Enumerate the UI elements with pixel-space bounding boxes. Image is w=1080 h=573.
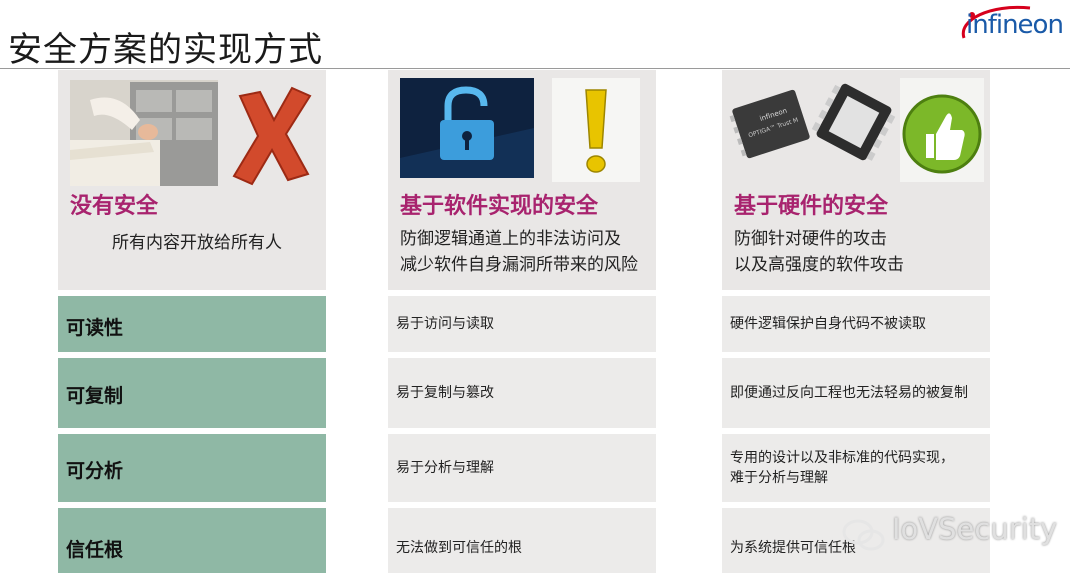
row-label-readability: 可读性 bbox=[58, 296, 326, 352]
software-cell: 易于复制与篡改 bbox=[388, 358, 656, 428]
red-x-icon bbox=[230, 80, 314, 186]
row-label-text: 信任根 bbox=[66, 539, 124, 561]
cell-text: 即便通过反向工程也无法轻易的被复制 bbox=[730, 385, 968, 401]
row-label-text: 可分析 bbox=[66, 460, 124, 482]
title-divider bbox=[0, 68, 1070, 69]
row-label-analyzable: 可分析 bbox=[58, 434, 326, 502]
row-label-text: 可复制 bbox=[66, 385, 124, 407]
thumbs-up-icon bbox=[900, 78, 984, 182]
padlock-image bbox=[400, 78, 534, 178]
column-heading: 基于软件实现的安全 bbox=[400, 194, 599, 219]
cell-line: 专用的设计以及非标准的代码实现， bbox=[730, 450, 954, 466]
logo-text: infineon bbox=[966, 10, 1064, 40]
software-cell: 无法做到可信任的根 bbox=[388, 508, 656, 573]
no-security-panel: 没有安全 所有内容开放给所有人 bbox=[58, 70, 326, 290]
software-cell: 易于访问与读取 bbox=[388, 296, 656, 352]
chip-package-image bbox=[810, 76, 898, 168]
watermark-text: IoVSecurity bbox=[892, 512, 1058, 546]
hardware-cell: 硬件逻辑保护自身代码不被读取 bbox=[722, 296, 990, 352]
cell-text: 专用的设计以及非标准的代码实现， 难于分析与理解 bbox=[730, 448, 984, 488]
column-description: 防御逻辑通道上的非法访问及 减少软件自身漏洞所带来的风险 bbox=[400, 226, 638, 278]
row-label-root-of-trust: 信任根 bbox=[58, 508, 326, 573]
hardware-security-panel: infineon OPTIGA™ Trust M 基于硬件的安全 防御针对硬件的… bbox=[722, 70, 990, 290]
description-line: 减少软件自身漏洞所带来的风险 bbox=[400, 255, 638, 275]
column-description: 防御针对硬件的攻击 以及高强度的软件攻击 bbox=[734, 226, 904, 278]
column-heading: 基于硬件的安全 bbox=[734, 194, 889, 219]
cell-text: 无法做到可信任的根 bbox=[396, 540, 522, 556]
cell-text: 易于分析与理解 bbox=[396, 460, 494, 476]
chip-image: infineon OPTIGA™ Trust M bbox=[726, 80, 816, 168]
column-heading: 没有安全 bbox=[70, 194, 159, 219]
page-title: 安全方案的实现方式 bbox=[8, 30, 323, 70]
hardware-cell: 即便通过反向工程也无法轻易的被复制 bbox=[722, 358, 990, 428]
software-security-panel: 基于软件实现的安全 防御逻辑通道上的非法访问及 减少软件自身漏洞所带来的风险 bbox=[388, 70, 656, 290]
description-line: 以及高强度的软件攻击 bbox=[734, 255, 904, 275]
cell-text: 硬件逻辑保护自身代码不被读取 bbox=[730, 316, 926, 332]
cell-text: 易于复制与篡改 bbox=[396, 385, 494, 401]
cell-line: 难于分析与理解 bbox=[730, 470, 828, 486]
software-cell: 易于分析与理解 bbox=[388, 434, 656, 502]
wechat-icon bbox=[842, 519, 885, 551]
infineon-logo: infineon bbox=[950, 2, 1068, 54]
row-label-text: 可读性 bbox=[66, 317, 124, 339]
hardware-cell: 专用的设计以及非标准的代码实现， 难于分析与理解 bbox=[722, 434, 990, 502]
column-description: 所有内容开放给所有人 bbox=[112, 233, 282, 253]
cell-text: 易于访问与读取 bbox=[396, 316, 494, 332]
description-line: 防御针对硬件的攻击 bbox=[734, 229, 887, 249]
exclamation-icon bbox=[552, 78, 640, 182]
row-label-copyable: 可复制 bbox=[58, 358, 326, 428]
description-line: 防御逻辑通道上的非法访问及 bbox=[400, 229, 621, 249]
filing-cabinet-image bbox=[70, 80, 218, 186]
